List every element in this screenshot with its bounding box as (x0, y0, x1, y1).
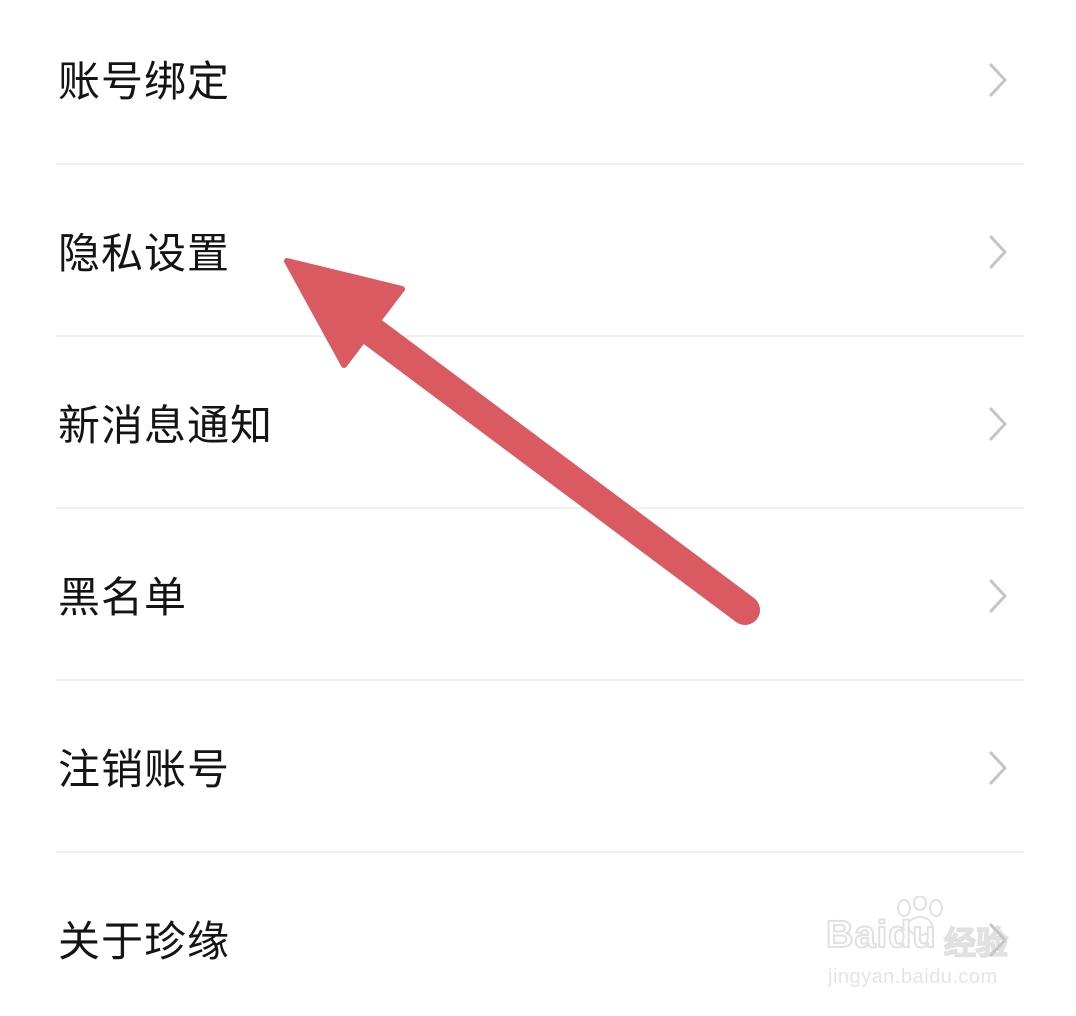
watermark-brand: Baidu (825, 913, 937, 957)
chevron-right-icon (989, 751, 1007, 785)
divider (56, 507, 1024, 509)
divider (56, 335, 1024, 337)
divider (56, 851, 1024, 853)
menu-item-new-message-notification[interactable]: 新消息通知 (0, 344, 1076, 516)
settings-screen: 账号绑定 隐私设置 新消息通知 黑名单 注销账号 关于珍缘 Baidu 经验 j… (0, 0, 1076, 1016)
menu-item-label: 新消息通知 (58, 401, 274, 450)
menu-item-blacklist[interactable]: 黑名单 (0, 516, 1076, 688)
menu-item-label: 隐私设置 (58, 229, 231, 278)
watermark-url: jingyan.baidu.com (828, 966, 998, 988)
menu-item-label: 关于珍缘 (58, 917, 231, 966)
menu-item-label: 黑名单 (58, 573, 188, 622)
menu-item-label: 账号绑定 (58, 57, 231, 106)
menu-item-cancel-account[interactable]: 注销账号 (0, 688, 1076, 860)
divider (56, 679, 1024, 681)
chevron-right-icon (989, 579, 1007, 613)
divider (56, 163, 1024, 165)
menu-item-account-binding[interactable]: 账号绑定 (0, 0, 1076, 172)
chevron-right-icon (989, 235, 1007, 269)
menu-item-privacy-settings[interactable]: 隐私设置 (0, 172, 1076, 344)
baidu-jingyan-watermark: Baidu 经验 jingyan.baidu.com (825, 896, 1026, 996)
watermark-jingyan: 经验 (943, 923, 1009, 963)
menu-item-label: 注销账号 (58, 745, 231, 794)
chevron-right-icon (989, 63, 1007, 97)
chevron-right-icon (989, 407, 1007, 441)
